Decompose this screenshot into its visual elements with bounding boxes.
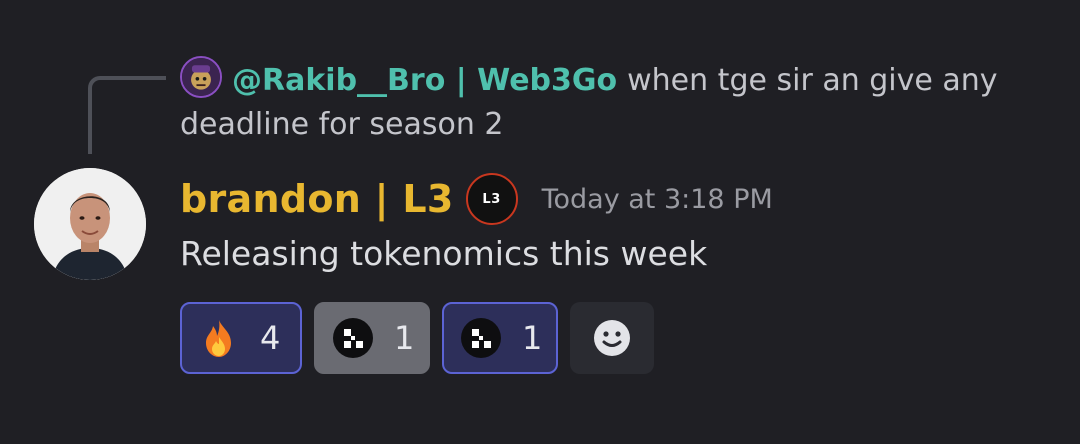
reaction-count: 1: [522, 319, 543, 357]
add-reaction-button[interactable]: [570, 302, 654, 374]
reaction-count: 1: [394, 319, 415, 357]
reply-connector-line: [88, 76, 166, 154]
reaction-l3-logo[interactable]: 1: [314, 302, 430, 374]
reaction-l3-logo[interactable]: 1: [442, 302, 558, 374]
reaction-count: 4: [260, 319, 281, 357]
message-content: Releasing tokenomics this week: [180, 234, 708, 273]
replied-user-mention[interactable]: @Rakib__Bro | Web3Go: [232, 63, 617, 98]
message-view: @Rakib__Bro | Web3Go when tge sir an give…: [0, 0, 1080, 444]
message-header: brandon | L3 L3 Today at 3:18 PM: [180, 173, 773, 225]
l3-role-icon[interactable]: L3: [465, 173, 518, 225]
l3-logo-icon: [332, 317, 374, 359]
reaction-bar: 4 1 1: [180, 302, 654, 374]
fire-icon: [198, 317, 240, 359]
smiley-icon: [594, 320, 630, 356]
author-username[interactable]: brandon | L3: [180, 177, 454, 221]
replied-user-avatar[interactable]: [180, 56, 222, 98]
reaction-fire[interactable]: 4: [180, 302, 302, 374]
reply-preview[interactable]: @Rakib__Bro | Web3Go when tge sir an give…: [180, 56, 1040, 147]
l3-logo-icon: [460, 317, 502, 359]
message-timestamp[interactable]: Today at 3:18 PM: [542, 184, 773, 215]
author-avatar[interactable]: [34, 168, 146, 280]
